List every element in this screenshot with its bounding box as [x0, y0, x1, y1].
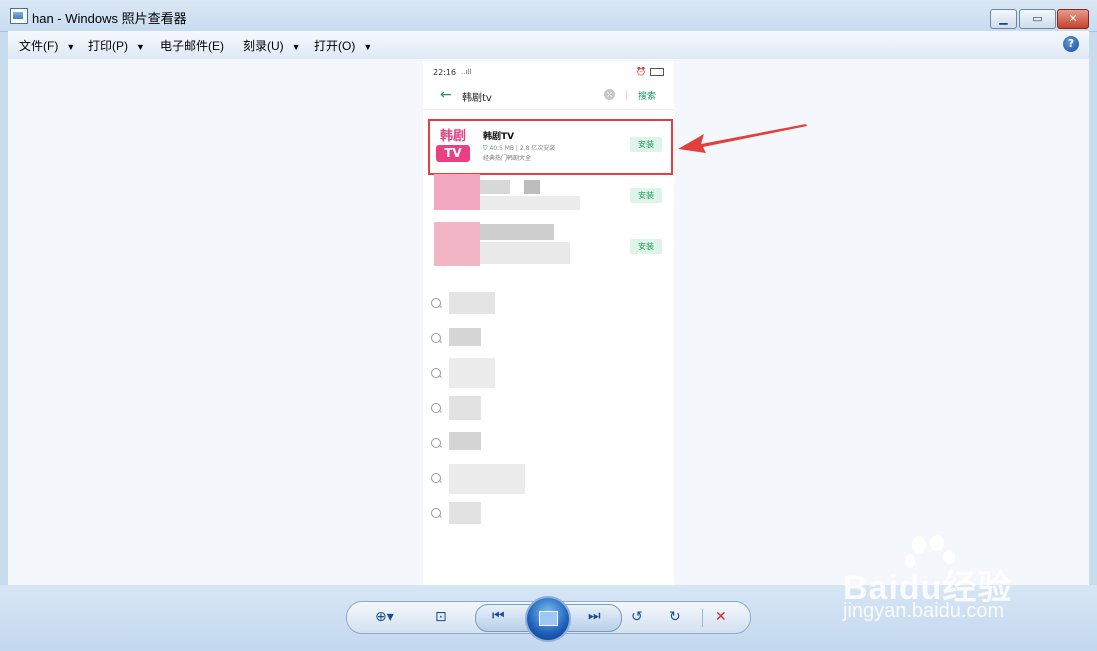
close-button[interactable]: ✕: [1057, 9, 1089, 29]
slideshow-icon[interactable]: [525, 596, 571, 642]
back-arrow-icon: ←: [440, 87, 452, 103]
menu-bar: 文件(F) ▼ 打印(P) ▼ 电子邮件(E) 刻录(U) ▼ 打开(O) ▼ ?: [8, 31, 1089, 60]
phone-search-bar: ← 韩剧tv × 搜索: [423, 83, 674, 110]
search-history-icon: [431, 508, 441, 518]
search-history-icon: [431, 333, 441, 343]
menu-open-label: 打开(O): [314, 39, 356, 53]
app-logo: 韩剧 TV: [433, 125, 473, 165]
watermark-url: jingyan.baidu.com: [843, 600, 1005, 622]
search-query: 韩剧tv: [462, 93, 492, 104]
zoom-icon[interactable]: ⊕▾: [375, 609, 394, 625]
app-meta: ⛉ 40.5 MB | 2.8 亿次安装: [483, 145, 556, 152]
menu-burn-label: 刻录(U): [243, 39, 284, 53]
search-history-icon: [431, 438, 441, 448]
rotate-left-icon[interactable]: ↺: [631, 609, 643, 625]
toolbar-divider: [702, 609, 703, 627]
pixelated-results: [434, 172, 580, 272]
slideshow-image-icon: [539, 611, 558, 626]
install-button-3: 安装: [630, 239, 662, 254]
verified-shield-icon: ⛉: [483, 145, 488, 152]
menu-open[interactable]: 打开(O) ▼: [314, 37, 372, 54]
chevron-down-icon: ▼: [363, 42, 373, 52]
divider: [626, 90, 627, 100]
clear-icon: ×: [604, 89, 615, 100]
minimize-icon: ▁: [999, 12, 1008, 25]
search-history-icon: [431, 473, 441, 483]
phone-time: 22:16: [433, 68, 457, 77]
chevron-down-icon: ▼: [291, 42, 301, 52]
minimize-button[interactable]: ▁: [990, 9, 1017, 29]
app-installs: 2.8 亿次安装: [519, 145, 556, 152]
app-logo-top-text: 韩剧: [439, 129, 466, 144]
next-icon[interactable]: ⏭: [588, 608, 601, 624]
menu-email-label: 电子邮件(E): [160, 39, 224, 53]
maximize-button[interactable]: ▭: [1019, 9, 1056, 29]
photo-viewer-icon: [10, 8, 28, 24]
app-name: 韩剧TV: [483, 132, 515, 142]
app-logo-tv-text: TV: [436, 145, 470, 162]
rotate-right-icon[interactable]: ↻: [669, 609, 681, 625]
menu-print[interactable]: 打印(P) ▼: [88, 37, 145, 54]
battery-icon: ⏰: [636, 67, 664, 76]
phone-status-bar: 22:16 ..ıll ⏰: [423, 61, 674, 83]
menu-file-label: 文件(F): [19, 39, 59, 53]
install-button-2: 安装: [630, 188, 662, 203]
menu-file[interactable]: 文件(F) ▼: [19, 37, 75, 54]
search-history-icon: [431, 298, 441, 308]
chevron-down-icon: ▼: [136, 42, 145, 52]
app-description: 经典热门韩剧大全: [483, 155, 532, 162]
chevron-down-icon: ▼: [66, 42, 76, 52]
maximize-icon: ▭: [1032, 12, 1043, 25]
menu-print-label: 打印(P): [88, 39, 128, 53]
menu-email[interactable]: 电子邮件(E): [160, 37, 224, 54]
window-title: han - Windows 照片查看器: [32, 11, 187, 26]
search-history-icon: [431, 403, 441, 413]
actual-size-icon[interactable]: ⊡: [435, 609, 447, 625]
previous-icon[interactable]: ⏮: [492, 608, 505, 624]
install-button: 安装: [630, 137, 662, 152]
search-button: 搜索: [638, 92, 657, 102]
app-size: 40.5 MB: [489, 145, 514, 152]
annotation-arrow: [678, 124, 807, 153]
help-icon[interactable]: ?: [1063, 36, 1079, 52]
search-history-icon: [431, 368, 441, 378]
title-bar: han - Windows 照片查看器 ▁ ▭ ✕: [0, 0, 1097, 32]
menu-burn[interactable]: 刻录(U) ▼: [243, 37, 301, 54]
signal-icon: ..ıll: [461, 68, 472, 76]
close-icon: ✕: [1068, 12, 1078, 25]
delete-icon[interactable]: ✕: [715, 609, 727, 625]
